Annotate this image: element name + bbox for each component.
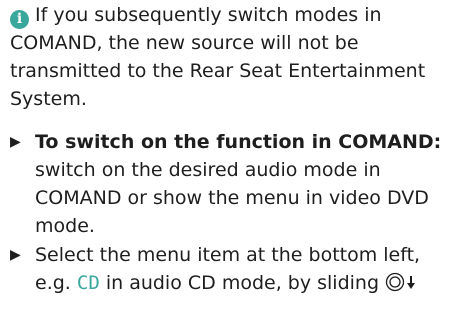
bullet-arrow-icon: ▶ [10,247,21,263]
info-note-text: If you subsequently switch modes in COMA… [10,4,426,110]
step-1-heading: To switch on the function in COMAND: [35,131,442,153]
step-2-text: Select the menu item at the bottom left,… [10,241,458,297]
controller-slide-down-icon [385,272,416,292]
info-note: i If you subsequently switch modes in COM… [10,1,458,113]
step-1-text: To switch on the function in COMAND: swi… [10,128,458,240]
step-1-body: switch on the desired audio mode in COMA… [35,159,429,237]
info-icon: i [10,10,29,29]
info-note-paragraph: i If you subsequently switch modes in COM… [10,1,458,113]
step-1: ▶ To switch on the function in COMAND: s… [10,128,458,240]
step-2-body-after: in audio CD mode, by sliding [105,272,380,294]
step-2: ▶ Select the menu item at the bottom lef… [10,241,458,297]
bullet-arrow-icon: ▶ [10,134,21,150]
cd-menu-label: CD [76,272,100,294]
